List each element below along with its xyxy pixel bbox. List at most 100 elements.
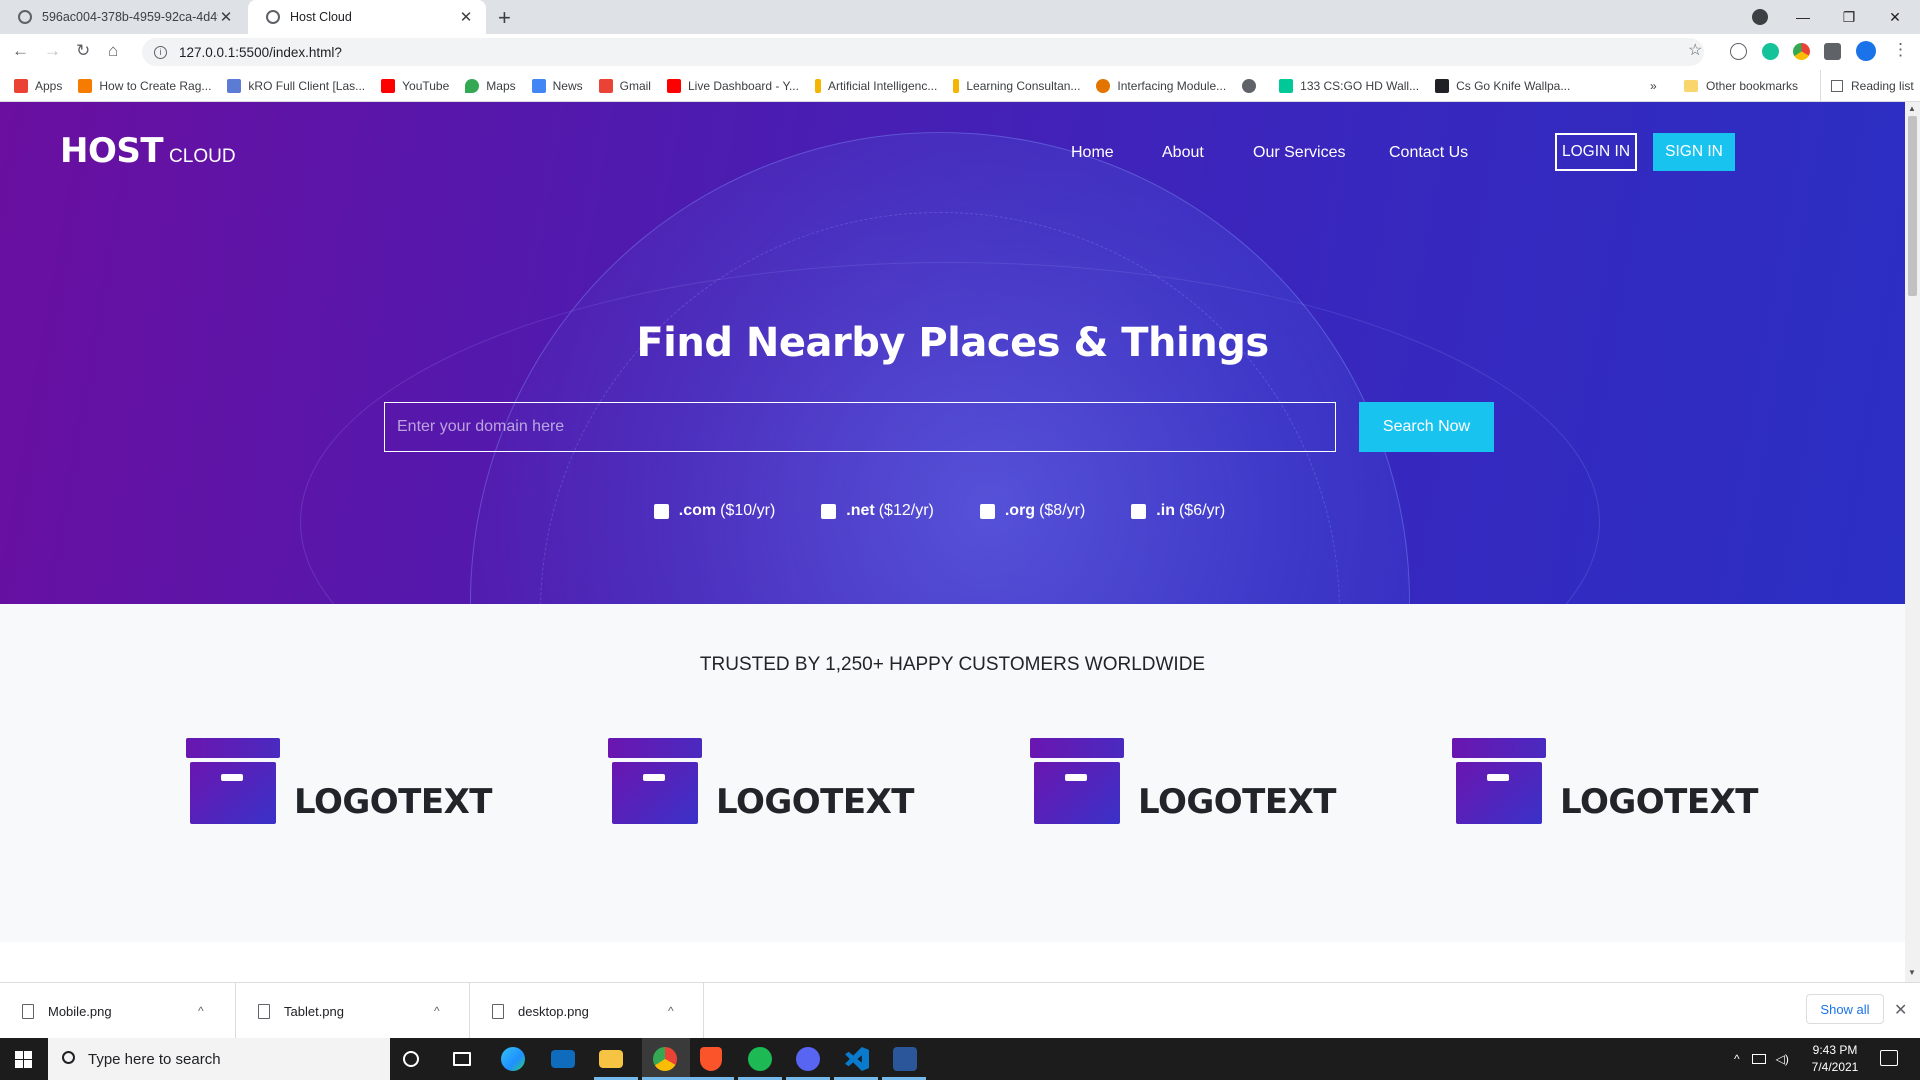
bookmark-item[interactable]: kRO Full Client [Las... [227, 78, 366, 93]
file-icon [258, 1003, 270, 1019]
bookmark-star-icon[interactable]: ☆ [1688, 40, 1702, 60]
close-tab-icon[interactable]: ✕ [458, 8, 474, 26]
spotify-icon[interactable] [748, 1047, 772, 1071]
bookmark-item[interactable]: Learning Consultan... [953, 78, 1080, 93]
nav-link[interactable]: Our Services [1253, 144, 1345, 162]
mail-icon[interactable] [551, 1050, 575, 1068]
chrome-icon[interactable] [653, 1047, 677, 1071]
bookmark-item[interactable]: Cs Go Knife Wallpa... [1435, 78, 1570, 93]
taskbar-search-box[interactable]: Type here to search [48, 1038, 390, 1080]
volume-icon[interactable]: ◁) [1776, 1052, 1789, 1066]
signin-button[interactable]: SIGN IN [1653, 133, 1735, 171]
network-icon[interactable] [1751, 1054, 1766, 1064]
bookmark-item[interactable]: News [531, 78, 583, 93]
address-bar[interactable]: i 127.0.0.1:5500/index.html? [142, 38, 1704, 66]
color-extension-icon[interactable] [1793, 43, 1810, 60]
checkbox[interactable] [653, 503, 669, 519]
tld-option-org[interactable]: .org ($8/yr) [979, 502, 1085, 520]
bookmark-item[interactable]: Interfacing Module... [1096, 78, 1226, 93]
nav-home[interactable]: Home [1071, 144, 1114, 162]
bookmark-item[interactable]: Live Dashboard - Y... [666, 78, 799, 93]
cortana-icon[interactable] [403, 1051, 419, 1067]
login-button[interactable]: LOGIN IN [1555, 133, 1637, 171]
forward-arrow-icon[interactable]: → [44, 41, 61, 61]
bookmark-item[interactable] [1242, 78, 1263, 93]
chevron-up-icon[interactable]: ^ [1734, 1052, 1740, 1066]
other-bookmarks-folder[interactable]: Other bookmarks [1684, 70, 1798, 102]
bookmark-item[interactable]: Gmail [598, 78, 651, 93]
gmail-icon [598, 78, 613, 93]
close-tab-icon[interactable]: ✕ [218, 8, 234, 26]
cloud-extension-icon[interactable] [1730, 43, 1747, 60]
reload-icon[interactable]: ↻ [76, 41, 90, 61]
word-icon[interactable] [893, 1047, 917, 1071]
download-filename: Tablet.png [284, 1003, 344, 1019]
minimize-icon[interactable]: — [1780, 9, 1826, 25]
scroll-up-icon[interactable]: ▲ [1908, 104, 1916, 113]
scrollbar-thumb[interactable] [1908, 116, 1917, 296]
home-icon[interactable]: ⌂ [108, 41, 118, 61]
bookmark-item[interactable]: 133 CS:GO HD Wall... [1279, 78, 1419, 93]
site-logo[interactable]: HOST CLOUD [60, 131, 236, 171]
chevron-up-icon[interactable]: ^ [668, 1004, 674, 1018]
tab-active[interactable]: Host Cloud ✕ [248, 0, 486, 34]
chevron-up-icon[interactable]: ^ [434, 1004, 440, 1018]
profile-avatar[interactable] [1856, 41, 1876, 61]
tab-search-icon[interactable] [1752, 9, 1768, 25]
url-text: 127.0.0.1:5500/index.html? [179, 44, 342, 60]
grammarly-icon[interactable] [1762, 43, 1779, 60]
tab-inactive[interactable]: 596ac004-378b-4959-92ca-4d49 ✕ [0, 0, 246, 34]
download-item[interactable]: Mobile.png ^ [0, 983, 236, 1039]
nav-link[interactable]: Contact Us [1389, 144, 1468, 162]
checkbox[interactable] [979, 503, 995, 519]
bookmarks-overflow-button[interactable]: » [1650, 70, 1657, 102]
taskbar-clock[interactable]: 9:43 PM 7/4/2021 [1800, 1042, 1870, 1076]
brave-icon[interactable] [700, 1047, 722, 1071]
tld-ext: .com [678, 502, 717, 519]
next-section [0, 942, 1905, 982]
reading-list-button[interactable]: Reading list [1820, 70, 1914, 102]
task-view-icon[interactable] [453, 1052, 471, 1066]
checkbox[interactable] [821, 503, 837, 519]
notification-icon[interactable] [1880, 1050, 1898, 1066]
restore-icon[interactable]: ❐ [1826, 9, 1872, 26]
file-explorer-icon[interactable] [599, 1050, 623, 1068]
page-viewport: HOST CLOUD Home About Our Services Contac… [0, 102, 1905, 982]
download-item[interactable]: desktop.png ^ [470, 983, 704, 1039]
nav-link[interactable]: Home [1071, 144, 1114, 162]
tld-option-in[interactable]: .in ($6/yr) [1131, 502, 1225, 520]
search-now-button[interactable]: Search Now [1359, 402, 1494, 452]
edge-icon[interactable] [501, 1047, 525, 1071]
menu-kebab-icon[interactable]: ⋮ [1892, 40, 1909, 60]
windows-start-icon[interactable] [15, 1051, 32, 1068]
nav-contact-us[interactable]: Contact Us [1389, 144, 1468, 162]
show-all-button[interactable]: Show all [1806, 994, 1884, 1024]
site-info-icon[interactable]: i [154, 45, 167, 59]
bookmark-label: Gmail [619, 78, 651, 93]
globe-icon [18, 10, 32, 24]
bookmark-item[interactable]: How to Create Rag... [78, 78, 211, 93]
nav-our-services[interactable]: Our Services [1253, 144, 1345, 162]
tld-option-com[interactable]: .com ($10/yr) [653, 502, 775, 520]
new-tab-button[interactable]: + [498, 5, 511, 31]
close-window-icon[interactable]: ✕ [1872, 9, 1918, 26]
download-item[interactable]: Tablet.png ^ [236, 983, 470, 1039]
bookmark-item[interactable]: Artificial Intelligenc... [814, 78, 937, 93]
nav-about[interactable]: About [1162, 144, 1204, 162]
checkbox[interactable] [1131, 503, 1147, 519]
puzzle-extensions-icon[interactable] [1824, 43, 1841, 60]
chevron-up-icon[interactable]: ^ [198, 1004, 204, 1018]
nav-link[interactable]: About [1162, 144, 1204, 162]
page-scrollbar[interactable]: ▲ ▼ [1905, 102, 1920, 982]
bookmark-item[interactable]: Apps [14, 78, 62, 93]
window-controls: — ❐ ✕ [1780, 0, 1918, 34]
discord-icon[interactable] [796, 1047, 820, 1071]
back-arrow-icon[interactable]: ← [12, 41, 29, 61]
bookmark-item[interactable]: YouTube [381, 78, 449, 93]
close-shelf-icon[interactable]: ✕ [1894, 1000, 1907, 1020]
bookmark-item[interactable]: Maps [465, 78, 516, 93]
scroll-down-icon[interactable]: ▼ [1908, 968, 1916, 977]
tld-option-net[interactable]: .net ($12/yr) [821, 502, 934, 520]
bookmark-label: kRO Full Client [Las... [248, 78, 366, 93]
domain-search-input[interactable] [384, 402, 1336, 452]
